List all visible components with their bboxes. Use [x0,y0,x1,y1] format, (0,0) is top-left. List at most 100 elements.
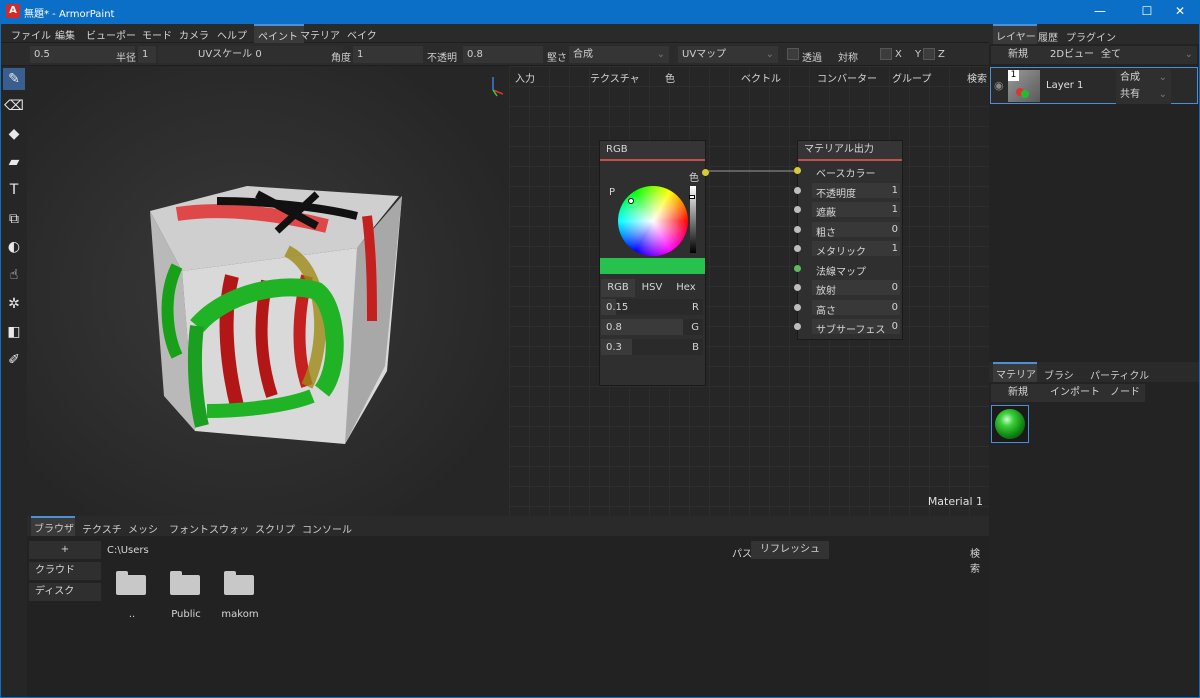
output-input-row[interactable]: 遮蔽 1 [812,202,900,219]
layer-row[interactable]: ◉ 1 Layer 1 合成 ⌄ 共有 ⌄ [990,67,1198,104]
tab-fonts[interactable]: フォント [169,521,209,536]
input-socket[interactable] [794,225,801,233]
input-socket[interactable] [794,245,801,252]
folder-public[interactable]: Public [166,571,206,621]
output-input-row[interactable]: 法線マップ [812,261,900,278]
text-tool[interactable]: T [3,179,25,201]
value-slider[interactable] [689,186,696,253]
rgb-node[interactable]: RGB 色 P RGB HSV Hex 0.15 R 0.8 G 0.3 B [600,141,709,385]
clone-tool[interactable]: ⧉ [3,208,25,230]
blur-tool[interactable]: ◐ [3,236,25,258]
uv-scale-field[interactable]: UVスケール 0 [158,46,343,63]
layer-name[interactable]: Layer 1 [1046,80,1083,91]
decal-tool[interactable]: ▰ [3,151,25,173]
opacity-field[interactable]: 0.8 [463,46,543,63]
node-editor[interactable]: 入力 テクスチャ 色 ベクトル コンバーター グループ 検索 RGB 色 P R… [509,66,989,516]
color-wheel[interactable] [618,186,688,256]
folder-makom[interactable]: makom [220,571,260,621]
new-layer-button[interactable]: 新規 [991,46,1045,64]
menu-viewport[interactable]: ビューポー [86,27,136,42]
tab-brushes[interactable]: ブラシ [1044,367,1074,382]
eraser-tool[interactable]: ⌫ [3,95,25,117]
angle-field[interactable]: 1 [353,46,423,63]
tab-history[interactable]: 履歴 [1038,29,1058,44]
colorid-tool[interactable]: ◧ [3,321,25,343]
tab-layers[interactable]: レイヤー [993,24,1037,44]
cloud-button[interactable]: クラウド [29,562,101,580]
input-socket[interactable] [794,186,801,194]
particle-tool[interactable]: ☝ [3,264,25,286]
tab-swatches[interactable]: スウォッ [209,521,249,536]
layer-filter-select[interactable]: 全て ⌄ [1099,46,1197,64]
new-material-button[interactable]: 新規 [991,384,1045,402]
tab-materials[interactable]: マテリア [993,362,1037,382]
output-input-row[interactable]: 粗さ 0 [812,221,900,239]
minimize-button[interactable]: — [1080,0,1120,23]
output-input-row[interactable]: 放射 0 [812,280,900,297]
mode-hsv-tab[interactable]: HSV [635,279,669,297]
color-wheel-handle[interactable] [628,198,634,204]
input-socket[interactable] [794,264,801,272]
channel-g-slider[interactable]: 0.8 G [601,319,703,335]
bake-tool[interactable]: ✲ [3,293,25,315]
menu-file[interactable]: ファイル [11,27,51,42]
viewport[interactable] [27,66,509,516]
input-socket[interactable] [794,206,801,213]
output-input-row[interactable]: 不透明度 1 [812,182,900,200]
tab-console[interactable]: コンソール [302,521,352,536]
layer-mask-select[interactable]: 共有 ⌄ [1116,86,1171,104]
radius-field[interactable]: 1 [138,46,156,63]
view-2d-button[interactable]: 2Dビュー [1045,46,1099,64]
uv-map-select[interactable]: UVマップ ⌄ [678,46,778,63]
symmetry-z-checkbox[interactable] [923,48,935,60]
menu-help[interactable]: ヘルプ [217,27,247,42]
symmetry-x-checkbox[interactable] [880,48,892,60]
layer-blend-select[interactable]: 合成 ⌄ [1116,69,1171,87]
menu-camera[interactable]: カメラ [179,27,209,42]
brush-tool[interactable]: ✎ [3,68,25,90]
value-slider-handle[interactable] [689,195,695,199]
output-input-row[interactable]: サブサーフェス 0 [812,319,900,336]
file-search[interactable]: 検索 [970,545,989,575]
picker-tool[interactable]: ✐ [3,349,25,371]
rgb-output-socket[interactable] [702,169,709,176]
transparent-checkbox[interactable] [787,48,799,60]
eye-icon[interactable]: ◉ [994,79,1004,92]
tab-scripts[interactable]: スクリプ [255,521,295,536]
output-input-row[interactable]: メタリック 1 [812,241,900,258]
add-button[interactable]: + [29,541,101,559]
blend-select[interactable]: 合成 ⌄ [569,46,669,63]
node-material-button[interactable]: ノード [1105,384,1145,402]
disk-button[interactable]: ディスク [29,583,101,601]
tab-textures[interactable]: テクスチ [82,521,122,536]
menu-mode[interactable]: モード [142,27,172,42]
output-input-row[interactable]: ベースカラー [812,163,900,180]
input-socket[interactable] [794,284,801,291]
path-value[interactable]: C:\Users [107,545,149,556]
tab-particles[interactable]: パーティクル [1090,367,1149,382]
channel-b-slider[interactable]: 0.3 B [601,339,703,355]
tab-paint[interactable]: ペイント [254,24,304,44]
mode-rgb-tab[interactable]: RGB [601,279,635,297]
channel-r-slider[interactable]: 0.15 R [601,299,703,315]
input-socket[interactable] [794,167,801,174]
mode-hex-tab[interactable]: Hex [669,279,703,297]
output-input-row[interactable]: 高さ 0 [812,299,900,317]
tab-bake[interactable]: ベイク [347,27,377,42]
input-socket[interactable] [794,303,801,311]
tab-meshes[interactable]: メッシ [128,521,158,536]
input-socket[interactable] [794,323,801,330]
picker-button[interactable]: P [603,184,621,202]
close-button[interactable]: ✕ [1160,0,1200,23]
material-output-node[interactable]: マテリアル出力 ベースカラー 不透明度 1 遮蔽 1 粗さ 0 メタリック 1 法線マップ 放射 0 高… [794,141,902,339]
folder-parent[interactable]: .. [112,571,152,621]
import-material-button[interactable]: インポート [1045,384,1105,402]
fill-tool[interactable]: ◆ [3,123,25,145]
tab-material[interactable]: マテリア [300,27,340,42]
tab-plugins[interactable]: プラグイン [1066,29,1116,44]
menu-edit[interactable]: 編集 [55,27,75,42]
tab-browser[interactable]: ブラウザ [31,516,75,536]
refresh-button[interactable]: リフレッシュ [751,541,829,559]
chevron-down-icon: ⌄ [1158,72,1167,83]
material-thumbnail[interactable] [991,405,1029,443]
